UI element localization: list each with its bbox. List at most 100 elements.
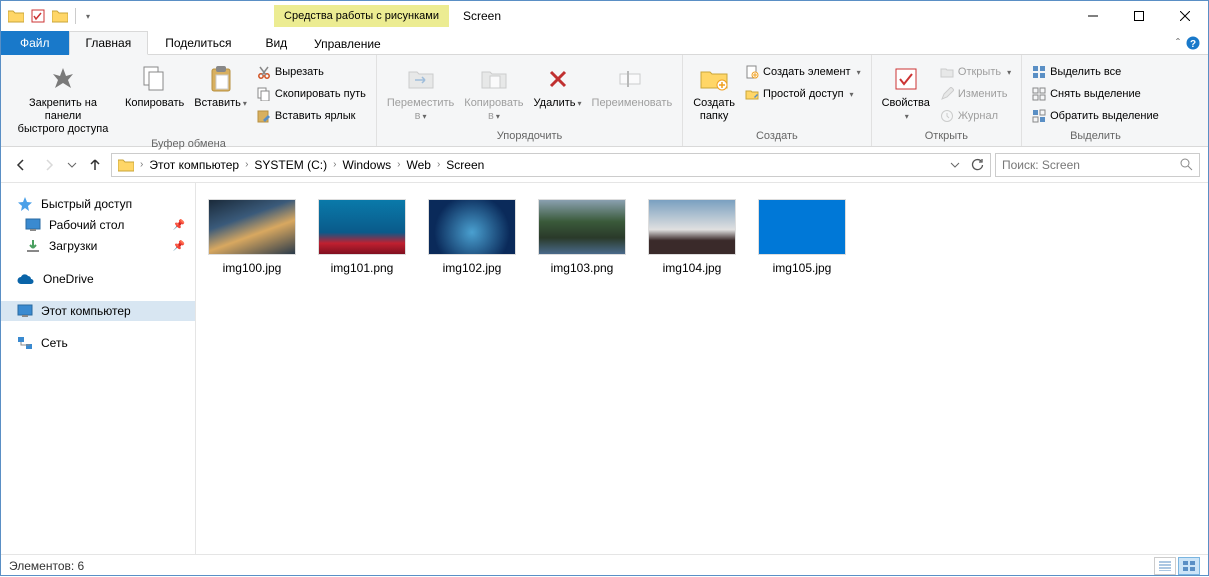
new-item-button[interactable]: Создать элемент▾ — [741, 61, 865, 83]
file-name: img102.jpg — [428, 261, 516, 275]
address-folder-icon — [114, 158, 138, 172]
ribbon-group-clipboard: Закрепить на панели быстрого доступа Коп… — [1, 55, 377, 146]
easy-access-button[interactable]: Простой доступ▾ — [741, 83, 865, 105]
file-grid: img100.jpg img101.png img102.jpg img103.… — [196, 183, 1208, 554]
file-name: img100.jpg — [208, 261, 296, 275]
thumbnail — [428, 199, 516, 255]
breadcrumb-segment[interactable]: SYSTEM (C:) — [250, 158, 331, 172]
thumbnail — [208, 199, 296, 255]
tab-manage[interactable]: Управление — [273, 32, 422, 56]
properties-button[interactable]: Свойства▾ — [878, 61, 934, 125]
file-name: img104.jpg — [648, 261, 736, 275]
group-label-organize: Упорядочить — [383, 130, 676, 144]
maximize-button[interactable] — [1116, 1, 1162, 31]
chevron-right-icon[interactable]: › — [245, 159, 248, 170]
paste-button[interactable]: Вставить▾ — [190, 61, 251, 112]
help-icon[interactable]: ? — [1186, 36, 1200, 50]
cut-button[interactable]: Вырезать — [253, 61, 370, 83]
refresh-button[interactable] — [966, 154, 988, 176]
pin-to-quick-access-button[interactable]: Закрепить на панели быстрого доступа — [7, 61, 119, 138]
ribbon-collapse-icon[interactable]: ˆ — [1176, 36, 1180, 50]
up-button[interactable] — [83, 153, 107, 177]
move-to-button[interactable]: Переместить в▾ — [383, 61, 458, 125]
search-icon — [1180, 158, 1193, 171]
thumbnails-view-button[interactable] — [1178, 557, 1200, 575]
file-name: img101.png — [318, 261, 406, 275]
qat-properties-icon[interactable] — [29, 7, 47, 25]
thumbnail — [648, 199, 736, 255]
close-button[interactable] — [1162, 1, 1208, 31]
ribbon: Закрепить на панели быстрого доступа Коп… — [1, 55, 1208, 147]
explorer-body: Быстрый доступ Рабочий стол📌 Загрузки📌 O… — [1, 183, 1208, 554]
thumbnail — [538, 199, 626, 255]
qat-separator — [75, 8, 76, 24]
address-bar[interactable]: › Этот компьютер› SYSTEM (C:)› Windows› … — [111, 153, 991, 177]
edit-button[interactable]: Изменить — [936, 83, 1015, 105]
delete-button[interactable]: Удалить▾ — [530, 61, 586, 112]
select-none-button[interactable]: Снять выделение — [1028, 83, 1163, 105]
file-item[interactable]: img101.png — [318, 199, 406, 275]
new-folder-button[interactable]: Создать папку — [689, 61, 739, 125]
details-view-button[interactable] — [1154, 557, 1176, 575]
group-label-new: Создать — [689, 130, 864, 144]
chevron-right-icon[interactable]: › — [333, 159, 336, 170]
chevron-right-icon[interactable]: › — [397, 159, 400, 170]
breadcrumb-segment[interactable]: Этот компьютер — [145, 158, 243, 172]
ribbon-tabs: Файл Главная Поделиться Вид Управление ˆ… — [1, 31, 1208, 55]
nav-network[interactable]: Сеть — [1, 333, 195, 353]
ribbon-group-organize: Переместить в▾ Копировать в▾ Удалить▾ Пе… — [377, 55, 683, 146]
file-item[interactable]: img104.jpg — [648, 199, 736, 275]
back-button[interactable] — [9, 153, 33, 177]
qat-dropdown-icon[interactable]: ▾ — [82, 12, 94, 21]
chevron-right-icon[interactable]: › — [140, 159, 143, 170]
group-label-clipboard: Буфер обмена — [7, 138, 370, 152]
recent-locations-button[interactable] — [65, 153, 79, 177]
breadcrumb-segment[interactable]: Windows — [338, 158, 395, 172]
contextual-tab-label: Средства работы с рисунками — [274, 5, 449, 27]
navigation-row: › Этот компьютер› SYSTEM (C:)› Windows› … — [1, 147, 1208, 183]
breadcrumb-segment[interactable]: Web — [402, 158, 434, 172]
paste-shortcut-button[interactable]: Вставить ярлык — [253, 105, 370, 127]
nav-downloads[interactable]: Загрузки📌 — [1, 235, 195, 257]
breadcrumb-segment[interactable]: Screen — [442, 158, 488, 172]
svg-text:?: ? — [1190, 39, 1196, 50]
pin-icon: 📌 — [173, 220, 185, 231]
history-button[interactable]: Журнал — [936, 105, 1015, 127]
chevron-right-icon[interactable]: › — [437, 159, 440, 170]
copy-button[interactable]: Копировать — [121, 61, 188, 112]
nav-quick-access[interactable]: Быстрый доступ — [1, 193, 195, 215]
tab-share[interactable]: Поделиться — [148, 31, 248, 55]
copy-to-button[interactable]: Копировать в▾ — [460, 61, 527, 125]
status-bar: Элементов: 6 — [1, 554, 1208, 577]
item-count: Элементов: 6 — [9, 559, 84, 573]
rename-button[interactable]: Переименовать — [588, 61, 677, 112]
ribbon-group-select: Выделить все Снять выделение Обратить вы… — [1022, 55, 1169, 146]
file-item[interactable]: img105.jpg — [758, 199, 846, 275]
copy-path-button[interactable]: Скопировать путь — [253, 83, 370, 105]
forward-button[interactable] — [37, 153, 61, 177]
file-item[interactable]: img102.jpg — [428, 199, 516, 275]
search-placeholder: Поиск: Screen — [1002, 158, 1080, 172]
address-dropdown-button[interactable] — [944, 154, 966, 176]
title-bar: ▾ Средства работы с рисунками Screen — [1, 1, 1208, 31]
qat-new-folder-icon[interactable] — [51, 7, 69, 25]
nav-onedrive[interactable]: OneDrive — [1, 269, 195, 289]
nav-desktop[interactable]: Рабочий стол📌 — [1, 215, 195, 235]
ribbon-group-new: Создать папку Создать элемент▾ Простой д… — [683, 55, 871, 146]
open-with-button[interactable]: Открыть▾ — [936, 61, 1015, 83]
file-item[interactable]: img103.png — [538, 199, 626, 275]
file-item[interactable]: img100.jpg — [208, 199, 296, 275]
tab-home[interactable]: Главная — [69, 31, 149, 55]
search-box[interactable]: Поиск: Screen — [995, 153, 1200, 177]
ribbon-group-open: Свойства▾ Открыть▾ Изменить Журнал Откры… — [872, 55, 1023, 146]
tab-file[interactable]: Файл — [1, 31, 69, 55]
select-all-button[interactable]: Выделить все — [1028, 61, 1163, 83]
thumbnail — [318, 199, 406, 255]
minimize-button[interactable] — [1070, 1, 1116, 31]
group-label-select: Выделить — [1028, 130, 1163, 144]
invert-selection-button[interactable]: Обратить выделение — [1028, 105, 1163, 127]
nav-this-pc[interactable]: Этот компьютер — [1, 301, 195, 321]
file-name: img105.jpg — [758, 261, 846, 275]
thumbnail — [758, 199, 846, 255]
pin-icon: 📌 — [173, 241, 185, 252]
